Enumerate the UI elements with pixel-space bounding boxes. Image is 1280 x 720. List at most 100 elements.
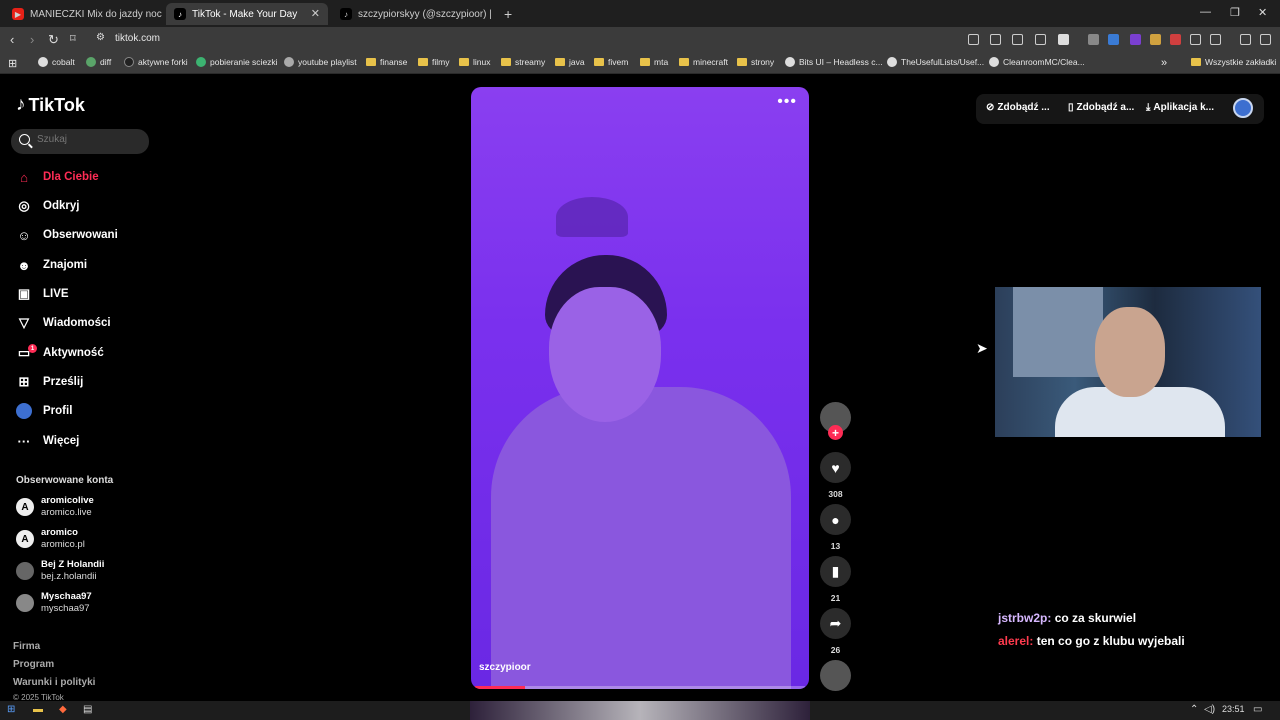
bookmark-folder[interactable]: filmy [418,57,449,67]
extension-icon[interactable] [1170,34,1181,45]
followed-account[interactable]: A aromico aromico.pl [16,527,85,551]
tab-profile[interactable]: ♪ szczypiorskyy (@szczypioor) | TikTok [332,3,492,25]
followed-account[interactable]: Bej Z Holandii bej.z.holandii [16,559,104,583]
tray-chevron-icon[interactable]: ⌃ [1190,704,1198,715]
avatar: A [16,498,34,516]
bookmark-folder[interactable]: strony [737,57,774,67]
sound-avatar[interactable] [820,660,851,691]
clock[interactable]: 23:51 [1222,704,1245,714]
video-player[interactable]: ••• szczypioor [471,87,809,689]
sidebar-item-friends[interactable]: ☻ Znajomi [16,254,87,276]
like-button[interactable]: ♥ 308 [820,452,851,499]
bookmark-label: finanse [380,57,408,67]
sidebar-item-more[interactable]: ··· Więcej [16,430,80,452]
footer-link[interactable]: Firma [13,641,40,652]
sidebar-item-profile[interactable]: Profil [16,400,72,422]
more-options-icon[interactable]: ••• [777,93,797,111]
close-window-icon[interactable]: ✕ [1258,6,1267,19]
tab-tiktok[interactable]: ♪ TikTok - Make Your Day ✕ [166,3,328,25]
shield-icon[interactable] [1058,34,1069,45]
sidebar-icon[interactable] [1210,34,1221,45]
sidebar-item-explore[interactable]: ◎ Odkryj [16,195,79,217]
minimize-icon[interactable]: — [1200,6,1211,18]
sidebar-item-live[interactable]: ▣ LIVE [16,283,69,305]
menu-icon[interactable] [1260,34,1271,45]
search-box[interactable] [11,129,149,154]
notifications-icon[interactable]: ▭ [1253,704,1262,715]
puzzle-icon[interactable] [1190,34,1201,45]
bookmark-item[interactable]: CleanroomMC/Clea... [989,57,1085,67]
share-icon[interactable] [1035,34,1046,45]
bookmark-folder[interactable]: linux [459,57,490,67]
get-coins-button[interactable]: ⊘ Zdobądź ... [986,102,1050,113]
bookmark-folder[interactable]: fivem [594,57,628,67]
bookmark-item[interactable]: aktywne forki [124,57,188,67]
forward-icon[interactable]: › [30,32,34,47]
comment-button[interactable]: ● 13 [820,504,851,551]
bookmark-label: CleanroomMC/Clea... [1003,57,1085,67]
heart-icon: ♥ [820,452,851,483]
bookmark-folder[interactable]: mta [640,57,668,67]
sidebar-item-messages[interactable]: ▽ Wiadomości [16,312,111,334]
followed-account[interactable]: A aromicolive aromico.live [16,495,94,519]
translate-icon[interactable] [1012,34,1023,45]
bookmarks-overflow[interactable]: » [1161,57,1167,69]
reload-icon[interactable]: ↻ [48,32,59,48]
extension-icon[interactable] [1108,34,1119,45]
footer-link[interactable]: Warunki i polityki [13,677,95,688]
sidebar-item-upload[interactable]: ⊞ Prześlij [16,371,84,393]
sidebar-item-activity[interactable]: ▭ 1 Aktywność [16,342,104,364]
close-icon[interactable]: ✕ [311,7,320,20]
url-field[interactable]: tiktok.com [115,33,160,44]
save-button[interactable]: ▮ 21 [820,556,851,603]
extension-icon[interactable] [968,34,979,45]
video-author[interactable]: szczypioor [479,662,531,673]
extension-icon[interactable] [1130,34,1141,45]
browser-icon[interactable]: ◆ [59,704,67,715]
terminal-icon[interactable]: ▤ [83,704,92,715]
nav-label: Znajomi [43,259,88,271]
bookmark-item[interactable]: cobalt [38,57,75,67]
bookmark-item[interactable]: pobieranie sciezki [196,57,278,67]
file-explorer-icon[interactable]: ▬ [33,704,43,715]
followed-account[interactable]: Myschaa97 myschaa97 [16,591,92,615]
chat-message: alerel: ten co go z klubu wyjebali [998,634,1185,648]
volume-icon[interactable]: ◁) [1204,704,1215,715]
back-icon[interactable]: ‹ [10,32,14,47]
bookmark-folder[interactable]: finanse [366,57,407,67]
footer-link[interactable]: Program [13,659,54,670]
bookmark-folder[interactable]: java [555,57,585,67]
search-input[interactable] [37,134,137,145]
address-bar: ‹ › ↻ ⌑ ⚙ tiktok.com [0,27,1280,52]
pause-icon[interactable] [1088,34,1099,45]
follow-plus-icon[interactable]: + [828,425,843,440]
apps-icon[interactable]: ⊞ [8,57,17,70]
bookmark-item[interactable]: youtube playlist [284,57,357,67]
tiktok-logo[interactable]: ♪ TikTok [16,94,85,116]
music-icon[interactable] [1240,34,1251,45]
new-tab-button[interactable]: + [496,3,516,25]
get-app-button[interactable]: ▯ Zdobądź a... [1068,102,1134,113]
home-icon: ⌂ [20,169,28,185]
bookmark-folder[interactable]: minecraft [679,57,728,67]
bookmark-item[interactable]: diff [86,57,111,67]
video-progress[interactable] [475,686,805,689]
bookmark-folder[interactable]: streamy [501,57,545,67]
extension-icon[interactable] [1150,34,1161,45]
restore-icon[interactable]: ❐ [1230,6,1240,19]
sidebar-item-following[interactable]: ☺ Obserwowani [16,224,117,246]
bookmark-item[interactable]: Bits UI – Headless c... [785,57,883,67]
share-button[interactable]: ➦ 26 [820,608,851,655]
site-info-icon[interactable]: ⚙ [96,32,105,43]
bookmark-item[interactable]: TheUsefulLists/Usef... [887,57,984,67]
all-bookmarks[interactable]: Wszystkie zakładki [1191,57,1276,67]
bookmark-icon[interactable]: ⌑ [70,32,76,45]
profile-avatar[interactable] [1233,98,1253,118]
messages-icon: ▽ [19,315,29,330]
sidebar-item-for-you[interactable]: ⌂ Dla Ciebie [16,166,99,188]
windows-start-icon[interactable]: ⊞ [7,704,15,715]
tab-music[interactable]: ▶ MANIECZKI Mix do jazdy nocą w [4,3,162,25]
logo-text: TikTok [28,94,85,115]
cast-icon[interactable] [990,34,1001,45]
desktop-app-button[interactable]: ⤓ Aplikacja k... [1146,102,1214,113]
